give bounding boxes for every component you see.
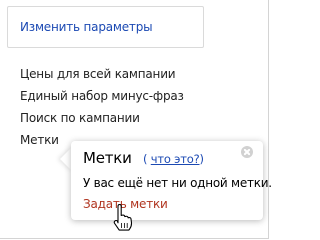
help-open-paren: ( [143, 152, 148, 166]
link-campaign-search[interactable]: Поиск по кампании [20, 107, 184, 129]
labels-popup: Метки ( что это?) У вас ещё нет ни одной… [71, 141, 272, 220]
help-link[interactable]: что это? [151, 152, 200, 166]
close-icon[interactable] [241, 146, 253, 158]
help-close-paren: ) [199, 152, 205, 166]
link-negative-keywords[interactable]: Единый набор минус-фраз [20, 85, 184, 107]
change-parameters-button[interactable]: Изменить параметры [7, 6, 204, 48]
hand-pointer-icon [113, 204, 133, 231]
popup-message: У вас ещё нет ни одной метки. [83, 176, 272, 190]
popup-title: Метки [83, 149, 132, 167]
campaign-actions-list: Цены для всей кампании Единый набор мину… [20, 63, 184, 151]
link-campaign-prices[interactable]: Цены для всей кампании [20, 63, 184, 85]
popup-help: ( что это?) [143, 152, 204, 166]
